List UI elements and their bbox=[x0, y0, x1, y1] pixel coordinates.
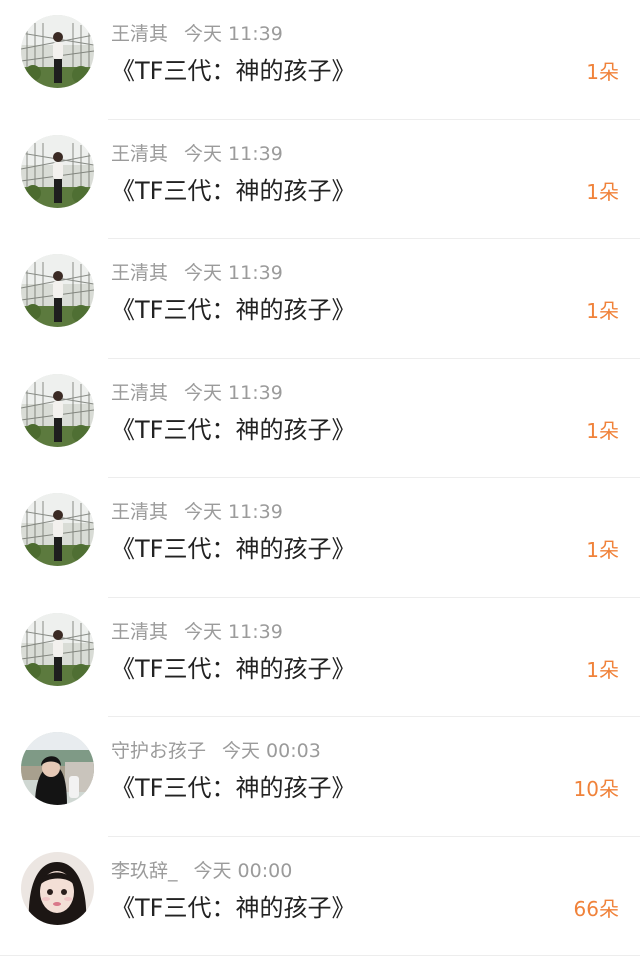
user-name[interactable]: 王清其 bbox=[111, 501, 168, 523]
list-item[interactable]: 李玖辞_ 今天 00:00 《TF三代：神的孩子》 66朵 bbox=[0, 837, 640, 956]
user-name[interactable]: 守护お孩子 bbox=[111, 740, 206, 762]
avatar-girl-outdoor-icon bbox=[21, 732, 94, 805]
timestamp: 今天 11:39 bbox=[184, 143, 283, 165]
item-title[interactable]: 《TF三代：神的孩子》 bbox=[111, 890, 355, 926]
list-item[interactable]: 守护お孩子今天 00:03 《TF三代：神的孩子》 10朵 bbox=[0, 717, 640, 837]
avatar-girl-garden-icon bbox=[21, 493, 94, 566]
avatar-girl-garden-icon bbox=[21, 254, 94, 327]
flower-count: 66朵 bbox=[574, 892, 619, 926]
list-item[interactable]: 王清其今天 11:39 《TF三代：神的孩子》 1朵 bbox=[0, 598, 640, 718]
timestamp: 今天 11:39 bbox=[184, 262, 283, 284]
timestamp: 今天 11:39 bbox=[184, 501, 283, 523]
row-meta: 王清其今天 11:39 bbox=[111, 498, 283, 526]
row-meta: 李玖辞_ 今天 00:00 bbox=[111, 857, 292, 885]
avatar[interactable] bbox=[21, 613, 94, 686]
user-name[interactable]: 王清其 bbox=[111, 143, 168, 165]
item-title[interactable]: 《TF三代：神的孩子》 bbox=[111, 531, 355, 567]
item-title[interactable]: 《TF三代：神的孩子》 bbox=[111, 412, 355, 448]
flower-count: 1朵 bbox=[586, 414, 619, 448]
item-title[interactable]: 《TF三代：神的孩子》 bbox=[111, 651, 355, 687]
flower-count: 1朵 bbox=[586, 653, 619, 687]
avatar-girl-garden-icon bbox=[21, 15, 94, 88]
list-item[interactable]: 王清其今天 11:39 《TF三代：神的孩子》 1朵 bbox=[0, 0, 640, 120]
row-meta: 守护お孩子今天 00:03 bbox=[111, 737, 321, 765]
row-meta: 王清其今天 11:39 bbox=[111, 379, 283, 407]
flower-count: 1朵 bbox=[586, 175, 619, 209]
list-item[interactable]: 王清其今天 11:39 《TF三代：神的孩子》 1朵 bbox=[0, 478, 640, 598]
item-title[interactable]: 《TF三代：神的孩子》 bbox=[111, 173, 355, 209]
avatar[interactable] bbox=[21, 852, 94, 925]
avatar[interactable] bbox=[21, 135, 94, 208]
item-title[interactable]: 《TF三代：神的孩子》 bbox=[111, 292, 355, 328]
avatar[interactable] bbox=[21, 15, 94, 88]
avatar[interactable] bbox=[21, 493, 94, 566]
avatar[interactable] bbox=[21, 374, 94, 447]
row-meta: 王清其今天 11:39 bbox=[111, 20, 283, 48]
flower-count: 1朵 bbox=[586, 55, 619, 89]
row-meta: 王清其今天 11:39 bbox=[111, 618, 283, 646]
row-meta: 王清其今天 11:39 bbox=[111, 140, 283, 168]
flower-count: 10朵 bbox=[574, 772, 619, 806]
avatar-girl-portrait-icon bbox=[21, 852, 94, 925]
timestamp: 今天 00:03 bbox=[222, 740, 321, 762]
list-item[interactable]: 王清其今天 11:39 《TF三代：神的孩子》 1朵 bbox=[0, 120, 640, 240]
user-name[interactable]: 李玖辞_ bbox=[111, 860, 178, 882]
item-title[interactable]: 《TF三代：神的孩子》 bbox=[111, 770, 355, 806]
flower-count: 1朵 bbox=[586, 294, 619, 328]
avatar-girl-garden-icon bbox=[21, 613, 94, 686]
item-title[interactable]: 《TF三代：神的孩子》 bbox=[111, 53, 355, 89]
timestamp: 今天 11:39 bbox=[184, 23, 283, 45]
user-name[interactable]: 王清其 bbox=[111, 262, 168, 284]
user-name[interactable]: 王清其 bbox=[111, 23, 168, 45]
timestamp: 今天 11:39 bbox=[184, 621, 283, 643]
gift-list: 王清其今天 11:39 《TF三代：神的孩子》 1朵 bbox=[0, 0, 640, 955]
avatar[interactable] bbox=[21, 254, 94, 327]
avatar-girl-garden-icon bbox=[21, 374, 94, 447]
list-item[interactable]: 王清其今天 11:39 《TF三代：神的孩子》 1朵 bbox=[0, 359, 640, 479]
avatar[interactable] bbox=[21, 732, 94, 805]
avatar-girl-garden-icon bbox=[21, 135, 94, 208]
list-item[interactable]: 王清其今天 11:39 《TF三代：神的孩子》 1朵 bbox=[0, 239, 640, 359]
row-meta: 王清其今天 11:39 bbox=[111, 259, 283, 287]
user-name[interactable]: 王清其 bbox=[111, 621, 168, 643]
user-name[interactable]: 王清其 bbox=[111, 382, 168, 404]
timestamp: 今天 11:39 bbox=[184, 382, 283, 404]
flower-count: 1朵 bbox=[586, 533, 619, 567]
timestamp: 今天 00:00 bbox=[194, 860, 293, 882]
